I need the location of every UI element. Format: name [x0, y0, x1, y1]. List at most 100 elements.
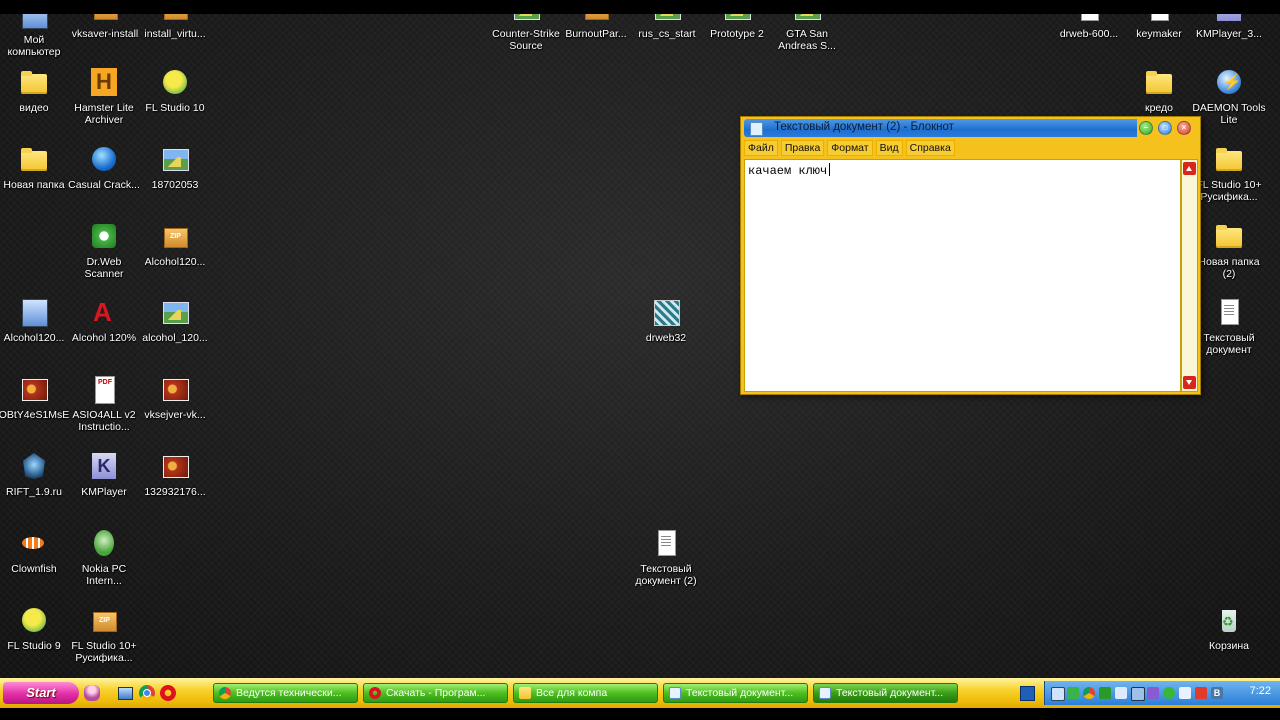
desktop-icon-alcohol120-zip[interactable]: Alcohol120... [138, 220, 212, 268]
desktop-icon-counter-strike[interactable]: Counter-Strike Source [489, 14, 563, 52]
volume-icon[interactable] [1179, 687, 1191, 699]
desktop-icon-kmplayer[interactable]: KMPlayer [67, 450, 141, 498]
desktop-icon-burnout[interactable]: BurnoutPar... [559, 14, 633, 40]
menu-edit[interactable]: Правка [780, 140, 825, 156]
desktop-icon-nokia-pc[interactable]: Nokia PC Intern... [67, 527, 141, 587]
folder-icon [18, 143, 50, 175]
icon-label: Nokia PC Intern... [81, 563, 127, 587]
desktop-icon-vksejver[interactable]: vksejver-vk... [138, 373, 212, 421]
speaker-icon[interactable] [1115, 687, 1127, 699]
desktop-icon-my-computer[interactable]: Мой компьютер [0, 14, 71, 58]
menu-view[interactable]: Вид [875, 140, 903, 156]
desktop-icon-text-document[interactable]: Текстовый документ [1192, 296, 1266, 356]
desktop-icon-asio4all[interactable]: ASIO4ALL v2 Instructio... [67, 373, 141, 433]
notepad-title-bar[interactable]: Текстовый документ (2) - Блокнот [744, 119, 1137, 137]
desktop-icon-alcohol-120-percent[interactable]: Alcohol 120% [67, 296, 141, 344]
desktop-icon-hamster[interactable]: Hamster Lite Archiver [67, 66, 141, 126]
desktop-icon-clownfish[interactable]: Clownfish [0, 527, 71, 575]
maximize-button[interactable]: □ [1158, 121, 1172, 135]
desktop-icon-fl-studio-rus-left[interactable]: FL Studio 10+ Русифика... [67, 604, 141, 664]
desktop-icon-daemon-tools[interactable]: DAEMON Tools Lite [1192, 66, 1266, 126]
drweb-icon [88, 220, 120, 252]
desktop-icon-new-folder-2[interactable]: Новая папка (2) [1192, 220, 1266, 280]
kmplayer-icon [88, 450, 120, 482]
clownfish-icon [18, 527, 50, 559]
desktop-icon-gta-san-andreas[interactable]: GTA San Andreas S... [770, 14, 844, 52]
icon-label: install_virtu... [144, 28, 206, 40]
desktop-icon-alcohol-120-img[interactable]: alcohol_120... [138, 296, 212, 344]
scroll-up-button[interactable] [1183, 162, 1196, 175]
task-notepad-2[interactable]: Текстовый документ... [813, 683, 958, 703]
notepad-text-area[interactable]: качаем ключ [744, 159, 1181, 392]
desktop-icon-drweb-scanner[interactable]: Dr.Web Scanner [67, 220, 141, 280]
desktop-icon-recycle-bin[interactable]: Корзина [1192, 604, 1266, 652]
icon-label: drweb32 [645, 332, 687, 344]
desktop-icon-drweb32[interactable]: drweb32 [629, 296, 703, 344]
language-icon[interactable] [1020, 686, 1035, 701]
icon-label: 18702053 [151, 179, 199, 191]
desktop-icon-rus-cs-start[interactable]: rus_cs_start [630, 14, 704, 40]
update-icon[interactable] [1147, 687, 1159, 699]
desktop-icon-drweb-600[interactable]: drweb-600... [1052, 14, 1126, 40]
desktop-icon-132932176[interactable]: 132932176... [138, 450, 212, 498]
computer-icon [18, 14, 50, 30]
desktop-icon-keymaker[interactable]: keymaker [1122, 14, 1196, 40]
task-opera[interactable]: Скачать - Програм... [363, 683, 508, 703]
vk-icon[interactable]: B [1211, 687, 1223, 699]
desktop-icon-casual-crack[interactable]: Casual Crack... [67, 143, 141, 191]
desktop-icon-new-folder[interactable]: Новая папка [0, 143, 71, 191]
close-button[interactable]: × [1177, 121, 1191, 135]
shield-icon[interactable] [1067, 687, 1079, 699]
menu-format[interactable]: Формат [827, 140, 873, 156]
menu-file[interactable]: Файл [744, 140, 778, 156]
task-chrome[interactable]: Ведутся технически... [213, 683, 358, 703]
notepad-window[interactable]: Текстовый документ (2) - Блокнот – □ × Ф… [740, 116, 1201, 395]
show-desktop-icon[interactable] [118, 687, 133, 700]
icon-label: GTA San Andreas S... [778, 28, 836, 52]
opera-icon[interactable] [160, 685, 176, 701]
desktop-icon-text-document-2[interactable]: Текстовый документ (2) [629, 527, 703, 587]
start-button[interactable]: Start [3, 682, 79, 704]
vertical-scrollbar[interactable] [1181, 159, 1198, 392]
folder-icon [519, 687, 531, 699]
rift-icon [18, 450, 50, 482]
desktop-icon-kmplayer-3[interactable]: KMPlayer_3... [1192, 14, 1266, 40]
network-icon[interactable] [1051, 687, 1065, 701]
desktop-icon-video[interactable]: видео [0, 66, 71, 114]
desktop-icon-alcohol120-app[interactable]: Alcohol120... [0, 296, 71, 344]
desktop-icon-fl-studio-10[interactable]: FL Studio 10 [138, 66, 212, 114]
task-notepad-1[interactable]: Текстовый документ... [663, 683, 808, 703]
chrome-tray-icon[interactable] [1083, 687, 1095, 699]
check-icon[interactable] [1163, 687, 1175, 699]
antivirus-icon[interactable] [1099, 687, 1111, 699]
desktop-icon-vksaver-install[interactable]: vksaver-install [68, 14, 142, 40]
icon-label: Dr.Web Scanner [84, 256, 124, 280]
desktop-icon-prototype-2[interactable]: Prototype 2 [700, 14, 774, 40]
user-icon[interactable] [84, 685, 100, 701]
desktop-icon-fl-studio-9[interactable]: FL Studio 9 [0, 604, 71, 652]
folder-icon [1143, 66, 1175, 98]
desktop-icon-rift[interactable]: RIFT_1.9.ru [0, 450, 71, 498]
minimize-button[interactable]: – [1139, 121, 1153, 135]
hamster-archiver-icon [88, 66, 120, 98]
menu-help[interactable]: Справка [905, 140, 955, 156]
desktop-icon-kredo[interactable]: кредо [1122, 66, 1196, 114]
chrome-icon[interactable] [139, 685, 155, 701]
task-folder[interactable]: Все для компа [513, 683, 658, 703]
icon-label: Counter-Strike Source [492, 28, 560, 52]
desktop-icon-18702053[interactable]: 18702053 [138, 143, 212, 191]
icon-label: Hamster Lite Archiver [74, 102, 134, 126]
icon-label: FL Studio 10+ Русифика... [1196, 179, 1262, 203]
image-icon [18, 373, 50, 405]
alert-icon[interactable] [1195, 687, 1207, 699]
monitor-icon[interactable] [1131, 687, 1145, 701]
icon-label: ASIO4ALL v2 Instructio... [72, 409, 136, 433]
scroll-down-button[interactable] [1183, 376, 1196, 389]
desktop-icon-install-virtu[interactable]: install_virtu... [138, 14, 212, 40]
icon-label: KMPlayer_3... [1196, 28, 1262, 40]
icon-label: видео [19, 102, 49, 114]
game-icon [791, 14, 823, 24]
desktop-icon-fl-studio-rus-right[interactable]: FL Studio 10+ Русифика... [1192, 143, 1266, 203]
clock[interactable]: 7:22 [1250, 685, 1271, 697]
desktop-icon-obty4es1mse[interactable]: OBtY4eS1MsE [0, 373, 71, 421]
